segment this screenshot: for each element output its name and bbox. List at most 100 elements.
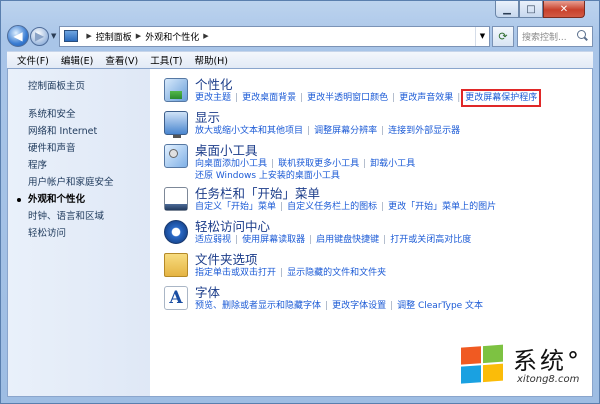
task-link[interactable]: 显示隐藏的文件和文件夹 (287, 267, 386, 279)
search-placeholder: 搜索控制... (522, 32, 567, 43)
task-link[interactable]: 自定义任务栏上的图标 (287, 201, 377, 213)
task-link[interactable]: 启用键盘快捷键 (316, 234, 379, 246)
task-link[interactable]: 使用屏幕读取器 (242, 234, 305, 246)
forward-button[interactable]: ▶ (30, 26, 49, 46)
task-link[interactable]: 向桌面添加小工具 (195, 158, 267, 170)
windows-logo-icon (461, 344, 507, 387)
task-link[interactable]: 放大或缩小文本和其他项目 (195, 125, 303, 137)
sidebar: 控制面板主页 系统和安全 网络和 Internet 硬件和声音 程序 用户帐户和… (8, 69, 150, 396)
task-link[interactable]: 更改「开始」菜单上的图片 (388, 201, 496, 213)
category-links: 自定义「开始」菜单 | 自定义任务栏上的图标 | 更改「开始」菜单上的图片 (195, 201, 582, 213)
task-link[interactable]: 自定义「开始」菜单 (195, 201, 276, 213)
category-title[interactable]: 字体 (195, 285, 582, 300)
link-separator: | (363, 159, 367, 169)
sidebar-item-appearance: 外观和个性化 (17, 191, 150, 208)
breadcrumb-control-panel[interactable]: 控制面板 (96, 30, 132, 43)
category-title[interactable]: 个性化 (195, 77, 582, 92)
task-link[interactable]: 连接到外部显示器 (388, 125, 460, 137)
task-link[interactable]: 更改半透明窗口颜色 (307, 92, 388, 104)
caption-buttons: ▁ □ ✕ (495, 1, 585, 18)
category-links: 适应弱视 | 使用屏幕读取器 | 启用键盘快捷键 | 打开或关闭高对比度 (195, 234, 582, 246)
category-title[interactable]: 轻松访问中心 (195, 219, 582, 234)
sidebar-item-clock-language[interactable]: 时钟、语言和区域 (28, 208, 150, 225)
back-button[interactable]: ◀ (7, 25, 29, 47)
link-separator: | (381, 126, 385, 136)
change-screensaver-link[interactable]: 更改屏幕保护程序 (461, 89, 542, 107)
sidebar-item-system-security[interactable]: 系统和安全 (28, 106, 150, 123)
sidebar-item-ease-of-access[interactable]: 轻松访问 (28, 225, 150, 242)
watermark-url: xitong8.com (517, 373, 580, 385)
task-link[interactable]: 指定单击或双击打开 (195, 267, 276, 279)
task-link[interactable]: 还原 Windows 上安装的桌面小工具 (195, 170, 340, 182)
site-watermark: 系统° xitong8.com (461, 344, 582, 387)
menu-tools[interactable]: 工具(T) (144, 53, 188, 67)
chevron-right-icon[interactable]: ▶ (136, 32, 141, 40)
task-link[interactable]: 联机获取更多小工具 (278, 158, 359, 170)
task-link[interactable]: 适应弱视 (195, 234, 231, 246)
category-title[interactable]: 文件夹选项 (195, 252, 582, 267)
category-personalization: 个性化 更改主题 | 更改桌面背景 | 更改半透明窗口颜色 | 更改声音效果 | 更改屏… (164, 77, 582, 110)
link-separator: | (309, 235, 313, 245)
main-panel: 控制面板主页 系统和安全 网络和 Internet 硬件和声音 程序 用户帐户和… (7, 68, 593, 397)
link-separator: | (381, 202, 385, 212)
breadcrumb-appearance[interactable]: 外观和个性化 (145, 30, 199, 43)
link-separator: | (457, 93, 461, 103)
link-separator: | (235, 93, 239, 103)
personalization-icon[interactable] (164, 78, 188, 102)
category-fonts: A 字体 预览、删除或者显示和隐藏字体 | 更改字体设置 | 调整 ClearTyp… (164, 285, 582, 318)
ease-of-access-icon[interactable] (164, 220, 188, 244)
sidebar-item-network[interactable]: 网络和 Internet (28, 123, 150, 140)
forward-arrow-icon: ▶ (34, 29, 45, 43)
back-arrow-icon: ◀ (13, 29, 23, 43)
search-input[interactable]: 搜索控制... (517, 25, 593, 47)
category-folder-options: 文件夹选项 指定单击或双击打开 | 显示隐藏的文件和文件夹 (164, 252, 582, 285)
task-link[interactable]: 更改桌面背景 (242, 92, 296, 104)
link-separator: | (280, 202, 284, 212)
menu-view[interactable]: 查看(V) (99, 53, 144, 67)
task-link[interactable]: 调整 ClearType 文本 (397, 300, 483, 312)
address-dropdown-icon[interactable]: ▼ (475, 26, 489, 46)
minimize-button[interactable]: ▁ (495, 1, 519, 18)
chevron-right-icon[interactable]: ▶ (86, 32, 91, 40)
menu-edit[interactable]: 编辑(E) (55, 53, 99, 67)
sidebar-item-user-accounts[interactable]: 用户帐户和家庭安全 (28, 174, 150, 191)
navigation-bar: ◀ ▶ ▼ ▶ 控制面板 ▶ 外观和个性化 ▶ ▼ ⟳ 搜索控制... (7, 23, 593, 49)
sidebar-item-hardware-sound[interactable]: 硬件和声音 (28, 140, 150, 157)
task-link[interactable]: 预览、删除或者显示和隐藏字体 (195, 300, 321, 312)
category-links: 指定单击或双击打开 | 显示隐藏的文件和文件夹 (195, 267, 582, 279)
menu-help[interactable]: 帮助(H) (188, 53, 234, 67)
category-taskbar-start: 任务栏和「开始」菜单 自定义「开始」菜单 | 自定义任务栏上的图标 | 更改「开始」… (164, 186, 582, 219)
sidebar-home-link[interactable]: 控制面板主页 (28, 78, 150, 92)
refresh-button[interactable]: ⟳ (492, 25, 514, 47)
category-title[interactable]: 桌面小工具 (195, 143, 582, 158)
category-links: 向桌面添加小工具 | 联机获取更多小工具 | 卸载小工具 还原 Windows 上安… (195, 158, 582, 182)
task-link[interactable]: 调整屏幕分辨率 (314, 125, 377, 137)
recent-pages-dropdown[interactable]: ▼ (51, 32, 56, 40)
menu-file[interactable]: 文件(F) (11, 53, 55, 67)
task-link[interactable]: 更改主题 (195, 92, 231, 104)
chevron-right-icon[interactable]: ▶ (203, 32, 208, 40)
category-links: 预览、删除或者显示和隐藏字体 | 更改字体设置 | 调整 ClearType 文本 (195, 300, 582, 312)
task-link[interactable]: 卸载小工具 (370, 158, 415, 170)
fonts-icon[interactable]: A (164, 286, 188, 310)
category-title[interactable]: 任务栏和「开始」菜单 (195, 186, 582, 201)
desktop-gadgets-icon[interactable] (164, 144, 188, 168)
link-separator: | (271, 159, 275, 169)
category-links: 放大或缩小文本和其他项目 | 调整屏幕分辨率 | 连接到外部显示器 (195, 125, 582, 137)
folder-options-icon[interactable] (164, 253, 188, 277)
search-icon[interactable] (577, 30, 589, 42)
task-link[interactable]: 更改声音效果 (399, 92, 453, 104)
close-button[interactable]: ✕ (543, 1, 585, 18)
maximize-button[interactable]: □ (519, 1, 543, 18)
display-icon[interactable] (164, 111, 188, 138)
taskbar-icon[interactable] (164, 187, 188, 211)
task-link[interactable]: 更改字体设置 (332, 300, 386, 312)
category-display: 显示 放大或缩小文本和其他项目 | 调整屏幕分辨率 | 连接到外部显示器 (164, 110, 582, 143)
category-ease-of-access: 轻松访问中心 适应弱视 | 使用屏幕读取器 | 启用键盘快捷键 | 打开或关闭高对比度 (164, 219, 582, 252)
sidebar-item-programs[interactable]: 程序 (28, 157, 150, 174)
category-title[interactable]: 显示 (195, 110, 582, 125)
category-links: 更改主题 | 更改桌面背景 | 更改半透明窗口颜色 | 更改声音效果 | 更改屏幕保护程… (195, 89, 582, 107)
address-bar[interactable]: ▶ 控制面板 ▶ 外观和个性化 ▶ ▼ (59, 25, 490, 47)
link-separator: | (383, 235, 387, 245)
task-link[interactable]: 打开或关闭高对比度 (390, 234, 471, 246)
